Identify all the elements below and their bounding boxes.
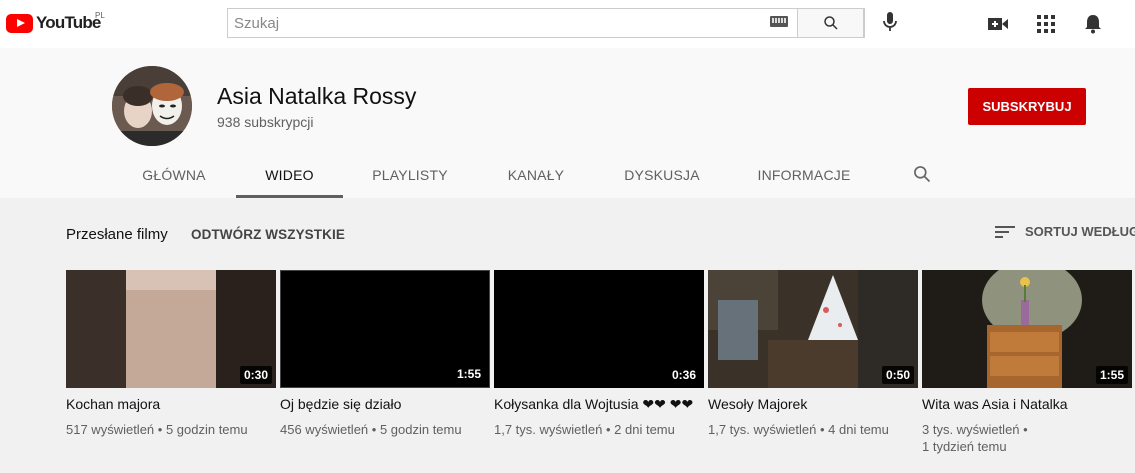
video-title[interactable]: Oj będzie się działo	[280, 396, 490, 413]
tab-discussion[interactable]: DYSKUSJA	[614, 152, 710, 198]
mic-button[interactable]	[882, 10, 898, 39]
video-duration: 0:36	[667, 366, 700, 384]
sort-button[interactable]: SORTUJ WEDŁUG	[995, 224, 1135, 239]
upload-age: 2 dni temu	[614, 422, 675, 437]
upload-age: 5 godzin temu	[379, 422, 462, 437]
sort-icon	[995, 225, 1015, 238]
video-item: 0:50 Wesoły Majorek 1,7 tys. wyświetleń …	[708, 270, 918, 438]
search-button[interactable]	[797, 8, 864, 38]
notifications-button[interactable]	[1081, 12, 1105, 36]
search-icon	[914, 166, 931, 183]
play-all-button[interactable]: ODTWÓRZ WSZYSTKIE	[191, 227, 345, 242]
logo-text: YouTube	[36, 13, 101, 32]
video-meta: 456 wyświetleń • 5 godzin temu	[280, 422, 462, 437]
video-duration: 0:50	[881, 366, 914, 384]
section-title: Przesłane filmy	[66, 226, 168, 243]
view-count: 1,7 tys. wyświetleń	[494, 422, 603, 437]
video-thumbnail[interactable]: 1:55	[280, 270, 490, 388]
video-duration: 1:55	[1095, 366, 1128, 384]
video-meta: 517 wyświetleń • 5 godzin temu	[66, 422, 248, 437]
video-meta: 1,7 tys. wyświetleń • 4 dni temu	[708, 422, 889, 437]
upload-age: 5 godzin temu	[165, 422, 248, 437]
video-thumbnail[interactable]: 0:36	[494, 270, 704, 388]
view-count: 3 tys. wyświetleń	[922, 422, 1020, 437]
video-title[interactable]: Wita was Asia i Natalka	[922, 396, 1132, 413]
video-title[interactable]: Kołysanka dla Wojtusia ❤❤ ❤❤	[494, 396, 704, 413]
video-title[interactable]: Kochan majora	[66, 396, 276, 413]
video-title[interactable]: Wesoły Majorek	[708, 396, 918, 413]
upload-age: 4 dni temu	[828, 422, 889, 437]
apps-icon	[1037, 15, 1055, 33]
upload-age: 1 tydzień temu	[922, 439, 1007, 454]
apps-button[interactable]	[1034, 12, 1058, 36]
create-video-button[interactable]	[986, 12, 1010, 36]
video-item: 1:55 Oj będzie się działo 456 wyświetleń…	[280, 270, 490, 438]
view-count: 517 wyświetleń	[66, 422, 155, 437]
avatar-image	[112, 66, 192, 146]
tab-home[interactable]: GŁÓWNA	[130, 152, 218, 198]
channel-tabs: GŁÓWNA WIDEO PLAYLISTY KANAŁY DYSKUSJA I…	[0, 152, 1135, 198]
subscribe-button[interactable]: SUBSKRYBUJ	[968, 88, 1086, 125]
youtube-logo[interactable]: YouTube PL	[6, 11, 105, 33]
video-thumbnail[interactable]: 0:50	[708, 270, 918, 388]
sort-label: SORTUJ WEDŁUG	[1025, 224, 1135, 239]
video-duration: 0:30	[239, 366, 272, 384]
create-video-icon	[988, 18, 1008, 30]
notifications-icon	[1085, 15, 1101, 34]
tab-videos[interactable]: WIDEO	[236, 152, 343, 198]
view-count: 1,7 tys. wyświetleń	[708, 422, 817, 437]
video-item: 0:30 Kochan majora 517 wyświetleń • 5 go…	[66, 270, 276, 438]
youtube-play-icon	[6, 13, 33, 33]
subscriber-count: 938 subskrypcji	[217, 114, 314, 130]
tab-playlists[interactable]: PLAYLISTY	[361, 152, 459, 198]
video-item: 0:36 Kołysanka dla Wojtusia ❤❤ ❤❤ 1,7 ty…	[494, 270, 704, 438]
video-thumbnail[interactable]: 1:55	[922, 270, 1132, 388]
channel-search-button[interactable]	[912, 164, 932, 189]
video-duration: 1:55	[452, 365, 485, 383]
channel-header: Asia Natalka Rossy 938 subskrypcji SUBSK…	[0, 48, 1135, 198]
video-thumbnail[interactable]: 0:30	[66, 270, 276, 388]
tab-about[interactable]: INFORMACJE	[748, 152, 860, 198]
video-meta: 3 tys. wyświetleń • 1 tydzień temu	[922, 422, 1028, 454]
masthead: YouTube PL	[0, 0, 1135, 48]
video-item: 1:55 Wita was Asia i Natalka 3 tys. wyśw…	[922, 270, 1132, 455]
search-icon	[823, 16, 838, 30]
view-count: 456 wyświetleń	[280, 422, 369, 437]
logo-country-code: PL	[95, 11, 105, 20]
mic-icon	[883, 12, 897, 31]
tab-channels[interactable]: KANAŁY	[496, 152, 576, 198]
video-meta: 1,7 tys. wyświetleń • 2 dni temu	[494, 422, 675, 437]
keyboard-icon[interactable]	[770, 16, 788, 27]
search-input[interactable]	[228, 9, 864, 37]
channel-avatar[interactable]	[112, 66, 192, 146]
channel-name: Asia Natalka Rossy	[217, 83, 417, 109]
